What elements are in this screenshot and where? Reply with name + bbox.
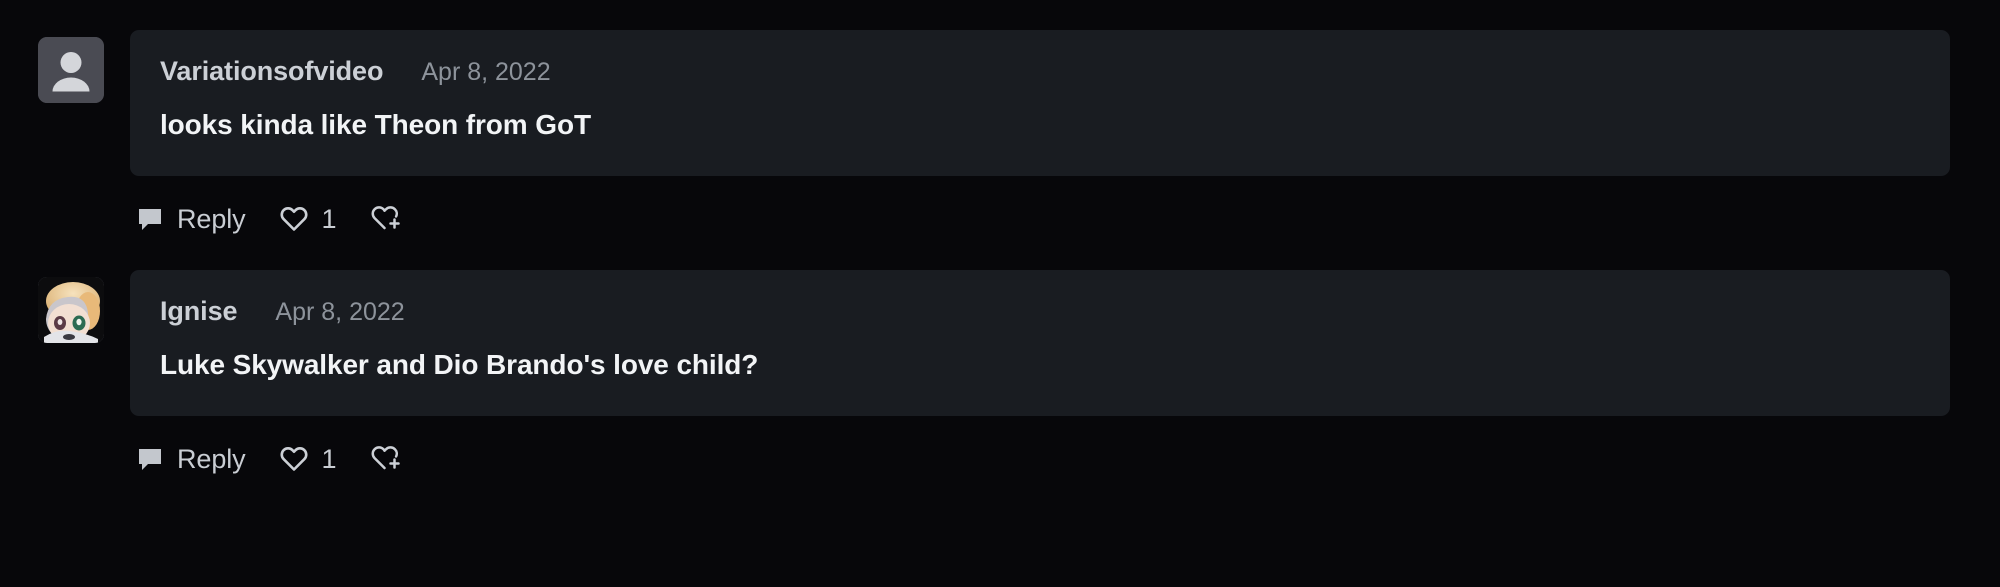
reply-label: Reply	[177, 443, 246, 474]
comment-thread: Variationsofvideo Apr 8, 2022 looks kind…	[0, 0, 2000, 587]
comment-actions: Reply 1	[130, 176, 1950, 242]
speech-bubble-icon	[137, 206, 163, 232]
heart-plus-icon	[371, 445, 401, 473]
like-button[interactable]: 1	[280, 444, 337, 475]
reply-label: Reply	[177, 203, 246, 234]
award-button[interactable]	[371, 205, 401, 233]
reply-button[interactable]: Reply	[137, 204, 246, 235]
like-count: 1	[321, 443, 337, 474]
comment-timestamp: Apr 8, 2022	[275, 298, 405, 326]
avatar[interactable]	[38, 277, 104, 343]
comment-body: Ignise Apr 8, 2022 Luke Skywalker and Di…	[130, 270, 1950, 416]
comment-main: Variationsofvideo Apr 8, 2022 looks kind…	[130, 30, 1950, 242]
speech-bubble-icon	[137, 446, 163, 472]
avatar-column	[38, 30, 104, 103]
comment-text: looks kinda like Theon from GoT	[160, 109, 591, 140]
comment-item: Variationsofvideo Apr 8, 2022 looks kind…	[0, 30, 2000, 242]
comment-timestamp: Apr 8, 2022	[421, 58, 551, 86]
comment-text: Luke Skywalker and Dio Brando's love chi…	[160, 349, 759, 380]
heart-outline-icon	[280, 206, 308, 232]
comment-author[interactable]: Ignise	[160, 296, 238, 327]
reply-button[interactable]: Reply	[137, 444, 246, 475]
heart-plus-icon	[371, 205, 401, 233]
like-count: 1	[321, 203, 337, 234]
comment-main: Ignise Apr 8, 2022 Luke Skywalker and Di…	[130, 270, 1950, 482]
comment-item: Ignise Apr 8, 2022 Luke Skywalker and Di…	[0, 270, 2000, 482]
like-button[interactable]: 1	[280, 204, 337, 235]
comment-header: Ignise Apr 8, 2022	[160, 296, 1920, 327]
comment-header: Variationsofvideo Apr 8, 2022	[160, 56, 1920, 87]
default-avatar-icon	[38, 37, 104, 103]
heart-outline-icon	[280, 446, 308, 472]
comment-actions: Reply 1	[130, 416, 1950, 482]
avatar-column	[38, 270, 104, 343]
comment-author[interactable]: Variationsofvideo	[160, 56, 383, 87]
comment-spacer	[0, 242, 2000, 270]
user-photo-avatar-icon	[38, 277, 104, 343]
avatar[interactable]	[38, 37, 104, 103]
award-button[interactable]	[371, 445, 401, 473]
comment-body: Variationsofvideo Apr 8, 2022 looks kind…	[130, 30, 1950, 176]
